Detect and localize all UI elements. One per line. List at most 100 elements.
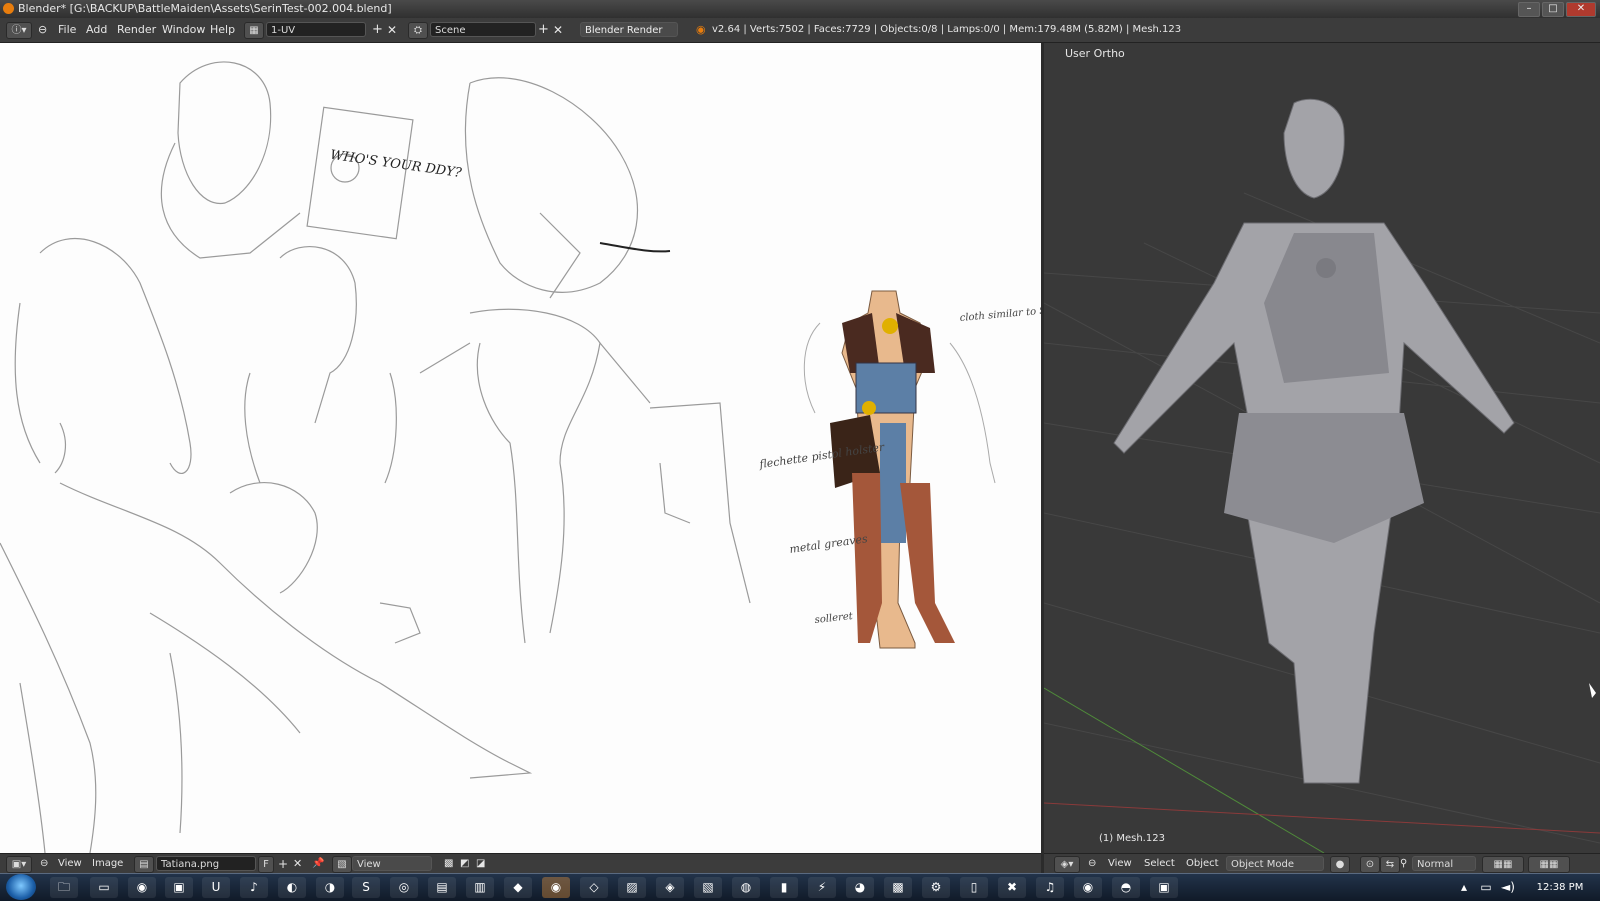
collapse-menu-icon[interactable]: ⊖	[1088, 856, 1096, 872]
note-whos-your-daddy: WHO'S YOUR DDY?	[329, 148, 463, 181]
layers-grid-icon-2[interactable]: ▦▦	[1528, 856, 1570, 873]
layers-grid-icon[interactable]: ▦▦	[1482, 856, 1524, 873]
app-icon[interactable]: ◇	[580, 877, 608, 898]
app-icon[interactable]: ◕	[846, 877, 874, 898]
minimize-button[interactable]: –	[1518, 2, 1540, 17]
view-mode-dropdown[interactable]: View	[352, 856, 432, 871]
transform-orientation-icon: ⚲	[1400, 858, 1408, 869]
app-icon[interactable]: ▧	[694, 877, 722, 898]
pivot-icon[interactable]: ⊙	[1360, 856, 1380, 873]
viewport-label: User Ortho	[1065, 47, 1125, 60]
app-icon[interactable]: ◍	[732, 877, 760, 898]
image-name-field[interactable]: Tatiana.png	[156, 856, 256, 871]
scene-stats: v2.64 | Verts:7502 | Faces:7729 | Object…	[712, 24, 1182, 35]
add-layout-icon[interactable]: +	[372, 22, 383, 38]
3d-view-editor-type-icon[interactable]: ◈▾	[1054, 856, 1080, 873]
3d-viewport-header: ◈▾ ⊖ View Select Object Object Mode ● ⊙ …	[1044, 853, 1600, 874]
sketch-image: WHO'S YOUR DDY? cloth similar to Shinto …	[0, 61, 1041, 853]
fake-user-toggle[interactable]: F	[258, 856, 274, 873]
window-title: Blender* [G:\BACKUP\BattleMaiden\Assets\…	[18, 2, 392, 15]
3d-viewport[interactable]: User Ortho (1) Mesh.123	[1044, 43, 1600, 853]
tray-expand-icon[interactable]: ▴	[1456, 877, 1472, 898]
uv-icon[interactable]: ◪	[476, 856, 485, 872]
blender-logo-icon	[3, 3, 14, 14]
app-icon[interactable]: ◈	[656, 877, 684, 898]
app-icon[interactable]: ◓	[1112, 877, 1140, 898]
menu-window[interactable]: Window	[162, 22, 205, 38]
steam-icon[interactable]: ⚙	[922, 877, 950, 898]
info-header: ⓘ▾ ⊖ File Add Render Window Help ▦ 1-UV …	[0, 18, 1600, 43]
app-icon[interactable]: ♪	[240, 877, 268, 898]
app-icon[interactable]: ◐	[278, 877, 306, 898]
app-icon[interactable]: ▥	[466, 877, 494, 898]
menu-file[interactable]: File	[58, 22, 76, 38]
close-button[interactable]: ✕	[1566, 2, 1596, 17]
unlink-image-icon[interactable]: ✕	[293, 856, 302, 872]
firefox-icon[interactable]: ◉	[1074, 877, 1102, 898]
app-icon[interactable]: ▩	[884, 877, 912, 898]
network-icon[interactable]: ▭	[1476, 877, 1496, 898]
app-icon[interactable]: ⚡	[808, 877, 836, 898]
checker-icon[interactable]: ▩	[444, 856, 453, 872]
shading-icon[interactable]: ●	[1330, 856, 1350, 873]
delete-layout-icon[interactable]: ✕	[387, 22, 397, 38]
app-icon[interactable]: ▣	[165, 877, 193, 898]
scene-field[interactable]: Scene	[430, 22, 536, 37]
collapse-menu-icon[interactable]: ⊖	[38, 22, 47, 38]
menu-object[interactable]: Object	[1186, 856, 1219, 872]
volume-icon[interactable]: ◄)	[1498, 877, 1518, 898]
unreal-icon[interactable]: U	[202, 877, 230, 898]
menu-image[interactable]: Image	[92, 856, 123, 872]
menu-view[interactable]: View	[58, 856, 82, 872]
skype-icon[interactable]: S	[352, 877, 380, 898]
view-mode-icon[interactable]: ▧	[332, 856, 352, 873]
image-editor[interactable]: WHO'S YOUR DDY? cloth similar to Shinto …	[0, 43, 1041, 853]
menu-add[interactable]: Add	[86, 22, 107, 38]
blender-taskbar-icon[interactable]: ◉	[542, 877, 570, 898]
menu-view[interactable]: View	[1108, 856, 1132, 872]
app-icon[interactable]: ✖	[998, 877, 1026, 898]
info-editor-type-icon[interactable]: ⓘ▾	[6, 22, 32, 39]
app-icon[interactable]: ▣	[1150, 877, 1178, 898]
app-icon[interactable]: ▤	[428, 877, 456, 898]
blender-version-icon: ◉	[696, 23, 706, 36]
maximize-button[interactable]: □	[1542, 2, 1564, 17]
object-mode-dropdown[interactable]: Object Mode	[1226, 856, 1324, 871]
render-engine-dropdown[interactable]: Blender Render	[580, 22, 678, 37]
screen-layout-icon[interactable]: ▦	[244, 22, 264, 39]
window-title-bar: Blender* [G:\BACKUP\BattleMaiden\Assets\…	[0, 0, 1600, 18]
app-icon[interactable]: ▮	[770, 877, 798, 898]
pin-icon[interactable]: 📌	[312, 856, 324, 872]
app-icon[interactable]: ◑	[316, 877, 344, 898]
app-icon[interactable]: ▨	[618, 877, 646, 898]
active-object-label: (1) Mesh.123	[1099, 833, 1165, 844]
note-solleret: solleret	[814, 611, 854, 626]
mesh-head	[1283, 98, 1345, 199]
chrome-icon[interactable]: ◉	[128, 877, 156, 898]
explorer-icon[interactable]: 🗀	[50, 877, 78, 898]
clock[interactable]: 12:38 PM	[1530, 874, 1590, 901]
collapse-menu-icon[interactable]: ⊖	[40, 856, 48, 872]
delete-scene-icon[interactable]: ✕	[553, 22, 563, 38]
manipulator-icon[interactable]: ⇆	[1380, 856, 1400, 873]
menu-help[interactable]: Help	[210, 22, 235, 38]
viewport-scene	[1044, 98, 1600, 853]
terminal-icon[interactable]: ▭	[90, 877, 118, 898]
browse-image-icon[interactable]: ▤	[134, 856, 154, 873]
app-icon[interactable]: ▯	[960, 877, 988, 898]
transform-orientation-dropdown[interactable]: Normal	[1412, 856, 1476, 871]
paint-icon[interactable]: ◩	[460, 856, 469, 872]
new-image-icon[interactable]: +	[278, 856, 288, 872]
scene-icon[interactable]: ⛭	[408, 22, 428, 39]
taskbar: 🗀 ▭ ◉ ▣ U ♪ ◐ ◑ S ◎ ▤ ▥ ◆ ◉ ◇ ▨ ◈ ▧ ◍ ▮ …	[0, 873, 1600, 901]
image-editor-type-icon[interactable]: ▣▾	[6, 856, 32, 873]
add-scene-icon[interactable]: +	[538, 22, 549, 38]
menu-render[interactable]: Render	[117, 22, 156, 38]
menu-select[interactable]: Select	[1144, 856, 1175, 872]
image-editor-header: ▣▾ ⊖ View Image ▤ Tatiana.png F + ✕ 📌 ▧ …	[0, 853, 1041, 874]
app-icon[interactable]: ◆	[504, 877, 532, 898]
start-button[interactable]	[6, 874, 36, 900]
screen-layout-field[interactable]: 1-UV	[266, 22, 366, 37]
app-icon[interactable]: ◎	[390, 877, 418, 898]
app-icon[interactable]: ♫	[1036, 877, 1064, 898]
